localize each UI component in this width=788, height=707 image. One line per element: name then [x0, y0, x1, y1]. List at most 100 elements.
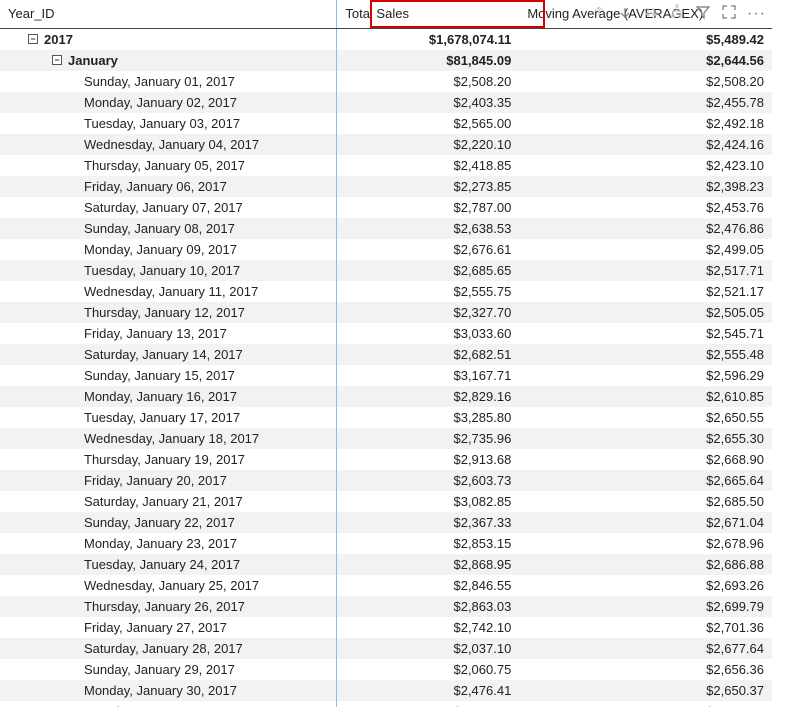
date-label: Wednesday, January 25, 2017	[8, 578, 328, 593]
cell-mavg: $2,671.04	[519, 512, 772, 533]
cell-total: $2,403.35	[337, 92, 519, 113]
table-row[interactable]: Wednesday, January 25, 2017$2,846.55$2,6…	[0, 575, 772, 596]
hierarchy-icon[interactable]	[669, 4, 685, 23]
date-label: Wednesday, January 11, 2017	[8, 284, 328, 299]
table-row[interactable]: Saturday, January 21, 2017$3,082.85$2,68…	[0, 491, 772, 512]
table-row[interactable]: Thursday, January 05, 2017$2,418.85$2,42…	[0, 155, 772, 176]
date-label: Saturday, January 14, 2017	[8, 347, 328, 362]
table-row[interactable]: Friday, January 20, 2017$2,603.73$2,665.…	[0, 470, 772, 491]
table-row[interactable]: Saturday, January 07, 2017$2,787.00$2,45…	[0, 197, 772, 218]
table-row[interactable]: Thursday, January 19, 2017$2,913.68$2,66…	[0, 449, 772, 470]
collapse-icon[interactable]: −	[28, 34, 38, 44]
group-row-month[interactable]: −January$81,845.09$2,644.56	[0, 50, 772, 71]
cell-mavg: $2,655.30	[519, 428, 772, 449]
table-row[interactable]: Friday, January 27, 2017$2,742.10$2,701.…	[0, 617, 772, 638]
cell-total: $3,167.71	[337, 365, 519, 386]
table-row[interactable]: Tuesday, January 31, 2017$2,334.13$2,644…	[0, 701, 772, 707]
date-label: Friday, January 06, 2017	[8, 179, 328, 194]
cell-mavg: $2,686.88	[519, 554, 772, 575]
table-row[interactable]: Friday, January 13, 2017$3,033.60$2,545.…	[0, 323, 772, 344]
date-label: Monday, January 02, 2017	[8, 95, 328, 110]
table-row[interactable]: Tuesday, January 17, 2017$3,285.80$2,650…	[0, 407, 772, 428]
cell-total: $2,846.55	[337, 575, 519, 596]
matrix-scroll-area[interactable]: Year_ID Total Sales Moving Average (AVER…	[0, 0, 788, 707]
cell-mavg: $2,492.18	[519, 113, 772, 134]
cell-mavg: $2,699.79	[519, 596, 772, 617]
cell-total: $2,273.85	[337, 176, 519, 197]
month-label: January	[68, 53, 118, 68]
cell-total: $2,555.75	[337, 281, 519, 302]
col-header-total-sales[interactable]: Total Sales	[337, 0, 519, 28]
cell-mavg: $2,424.16	[519, 134, 772, 155]
cell-mavg: $2,701.36	[519, 617, 772, 638]
date-label: Tuesday, January 17, 2017	[8, 410, 328, 425]
visual-toolbar: ···	[591, 4, 766, 23]
col-header-year-id[interactable]: Year_ID	[0, 0, 337, 28]
date-label: Tuesday, January 10, 2017	[8, 263, 328, 278]
cell-total: $2,742.10	[337, 617, 519, 638]
date-label: Saturday, January 21, 2017	[8, 494, 328, 509]
table-row[interactable]: Tuesday, January 24, 2017$2,868.95$2,686…	[0, 554, 772, 575]
table-row[interactable]: Monday, January 16, 2017$2,829.16$2,610.…	[0, 386, 772, 407]
table-row[interactable]: Sunday, January 29, 2017$2,060.75$2,656.…	[0, 659, 772, 680]
table-row[interactable]: Tuesday, January 03, 2017$2,565.00$2,492…	[0, 113, 772, 134]
cell-mavg: $2,665.64	[519, 470, 772, 491]
table-row[interactable]: Sunday, January 15, 2017$3,167.71$2,596.…	[0, 365, 772, 386]
cell-mavg: $2,650.37	[519, 680, 772, 701]
table-row[interactable]: Monday, January 02, 2017 $2,403.35$2,455.…	[0, 92, 772, 113]
table-row[interactable]: Wednesday, January 18, 2017$2,735.96$2,6…	[0, 428, 772, 449]
cell-total: $2,638.53	[337, 218, 519, 239]
table-row[interactable]: Saturday, January 28, 2017$2,037.10$2,67…	[0, 638, 772, 659]
cell-total: $2,334.13	[337, 701, 519, 707]
cell-total: $2,735.96	[337, 428, 519, 449]
cell-mavg: $2,455.78	[519, 92, 772, 113]
table-row[interactable]: Tuesday, January 10, 2017 $2,685.65$2,517…	[0, 260, 772, 281]
table-row[interactable]: Friday, January 06, 2017 $2,273.85$2,398.…	[0, 176, 772, 197]
table-row[interactable]: Sunday, January 01, 2017$2,508.20$2,508.…	[0, 71, 772, 92]
cell-total: $3,082.85	[337, 491, 519, 512]
table-row[interactable]: Monday, January 09, 2017$2,676.61$2,499.…	[0, 239, 772, 260]
group-row-year[interactable]: −2017$1,678,074.11$5,489.42	[0, 28, 772, 50]
table-row[interactable]: Monday, January 30, 2017$2,476.41$2,650.…	[0, 680, 772, 701]
table-row[interactable]: Wednesday, January 11, 2017 $2,555.75$2,5…	[0, 281, 772, 302]
month-mavg: $2,644.56	[519, 50, 772, 71]
table-row[interactable]: Sunday, January 22, 2017$2,367.33$2,671.…	[0, 512, 772, 533]
table-row[interactable]: Wednesday, January 04, 2017$2,220.10$2,4…	[0, 134, 772, 155]
date-label: Thursday, January 26, 2017	[8, 599, 328, 614]
cell-total: $2,508.20	[337, 71, 519, 92]
table-row[interactable]: Saturday, January 14, 2017 $2,682.51$2,55…	[0, 344, 772, 365]
date-label: Friday, January 20, 2017	[8, 473, 328, 488]
date-label: Thursday, January 19, 2017	[8, 452, 328, 467]
cell-total: $2,685.65	[337, 260, 519, 281]
table-row[interactable]: Sunday, January 08, 2017$2,638.53$2,476.…	[0, 218, 772, 239]
cell-total: $2,787.00	[337, 197, 519, 218]
cell-mavg: $2,644.56	[519, 701, 772, 707]
table-row[interactable]: Monday, January 23, 2017$2,853.15$2,678.…	[0, 533, 772, 554]
cell-total: $2,418.85	[337, 155, 519, 176]
cell-total: $3,285.80	[337, 407, 519, 428]
cell-mavg: $2,505.05	[519, 302, 772, 323]
collapse-icon[interactable]: −	[52, 55, 62, 65]
cell-mavg: $2,555.48	[519, 344, 772, 365]
cell-mavg: $2,656.36	[519, 659, 772, 680]
focus-mode-icon[interactable]	[721, 4, 737, 23]
table-row[interactable]: Thursday, January 26, 2017$2,863.03$2,69…	[0, 596, 772, 617]
cell-total: $2,868.95	[337, 554, 519, 575]
cell-mavg: $2,508.20	[519, 71, 772, 92]
cell-total: $2,682.51	[337, 344, 519, 365]
date-label: Monday, January 09, 2017	[8, 242, 328, 257]
drill-up-icon[interactable]	[591, 4, 607, 23]
cell-mavg: $2,398.23	[519, 176, 772, 197]
cell-mavg: $2,521.17	[519, 281, 772, 302]
date-label: Sunday, January 22, 2017	[8, 515, 328, 530]
cell-mavg: $2,677.64	[519, 638, 772, 659]
cell-mavg: $2,517.71	[519, 260, 772, 281]
filter-icon[interactable]	[695, 4, 711, 23]
more-options-icon[interactable]: ···	[747, 6, 766, 22]
table-row[interactable]: Thursday, January 12, 2017$2,327.70$2,50…	[0, 302, 772, 323]
date-label: Sunday, January 08, 2017	[8, 221, 328, 236]
drill-down-icon[interactable]	[617, 4, 633, 23]
date-label: Monday, January 16, 2017	[8, 389, 328, 404]
expand-all-icon[interactable]	[643, 4, 659, 23]
date-label: Friday, January 13, 2017	[8, 326, 328, 341]
